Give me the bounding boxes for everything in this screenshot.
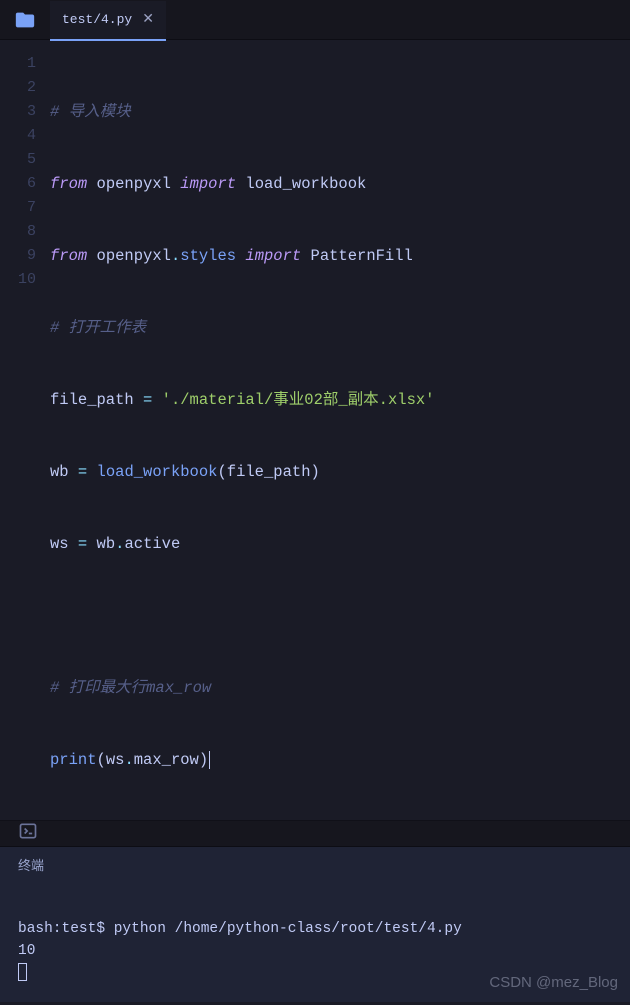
terminal-label[interactable]: 终端 xyxy=(0,846,630,882)
tab-active[interactable]: test/4.py ✕ xyxy=(50,1,166,41)
close-icon[interactable]: ✕ xyxy=(142,11,154,28)
terminal[interactable]: bash:test$ python /home/python-class/roo… xyxy=(0,882,630,1002)
panel-header xyxy=(0,820,630,846)
folder-icon[interactable] xyxy=(0,0,50,40)
terminal-panel-icon[interactable] xyxy=(18,821,38,846)
editor-cursor xyxy=(209,751,210,769)
tab-bar: test/4.py ✕ xyxy=(0,0,630,40)
terminal-prompt: bash:test$ xyxy=(18,921,114,937)
comment: # 导入模块 xyxy=(50,103,131,121)
editor[interactable]: 1 2 3 4 5 6 7 8 9 10 # 导入模块 from openpyx… xyxy=(0,40,630,820)
comment: # 打印最大行max_row xyxy=(50,679,211,697)
terminal-cursor xyxy=(18,963,27,981)
terminal-output: 10 xyxy=(18,943,35,959)
watermark: CSDN @mez_Blog xyxy=(489,972,618,994)
code-content[interactable]: # 导入模块 from openpyxl import load_workboo… xyxy=(50,52,630,820)
line-gutter: 1 2 3 4 5 6 7 8 9 10 xyxy=(0,52,50,820)
terminal-command: python /home/python-class/root/test/4.py xyxy=(114,921,462,937)
tab-filename: test/4.py xyxy=(62,12,132,27)
comment: # 打开工作表 xyxy=(50,319,146,337)
